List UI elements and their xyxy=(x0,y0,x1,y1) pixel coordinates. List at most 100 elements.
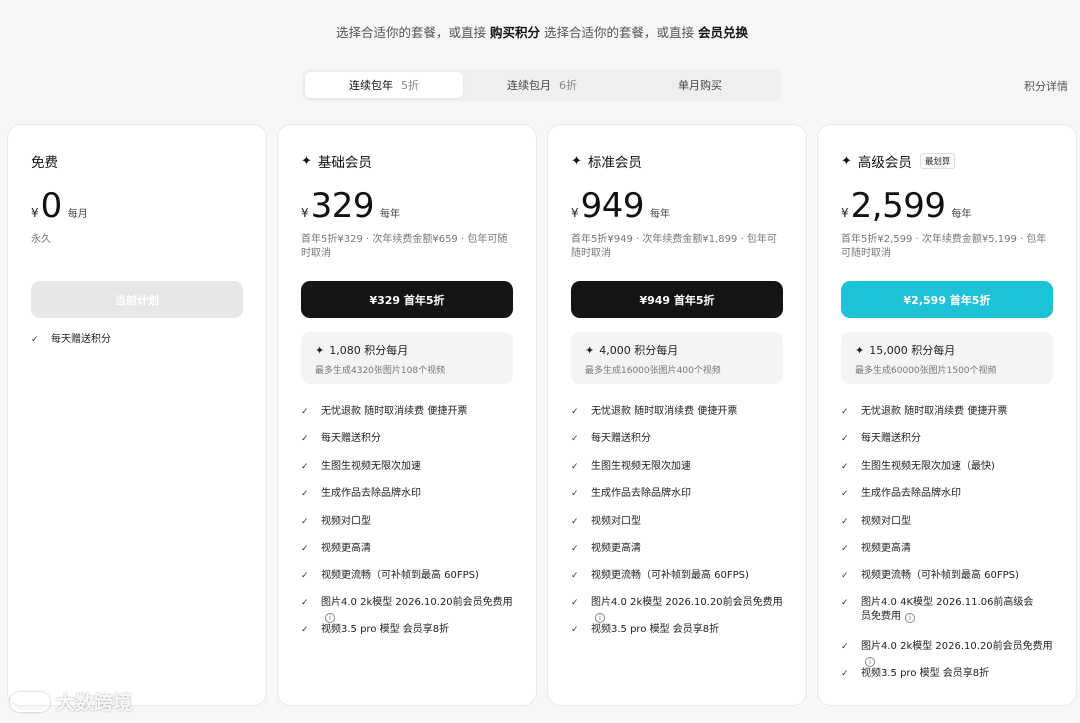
currency-symbol: ¥ xyxy=(31,206,39,220)
feature-item: ✓ 无忧退款 随时取消续费 便捷开票 xyxy=(301,405,521,419)
watermark-text: 大数跨境 xyxy=(56,692,133,714)
plan-card-premium: ✦ 高级会员 最划算 ¥ 2,599 每年 首年5折¥2,599 · 次年续费金… xyxy=(817,124,1077,706)
check-icon: ✓ xyxy=(571,598,579,608)
price-period: 每年 xyxy=(951,209,972,220)
feature-text: 每天赠送积分 xyxy=(861,433,921,444)
info-icon[interactable]: i xyxy=(325,613,335,623)
credits-box: ✦ 4,000 积分每月 最多生成16000张图片400个视频 xyxy=(571,332,783,384)
feature-item: ✓ 生成作品去除品牌水印 xyxy=(301,487,521,501)
feature-text: 生图生视频无限次加速（最快) xyxy=(861,461,995,472)
current-plan-button: 当前计划 xyxy=(31,281,243,318)
tab-label: 连续包月 xyxy=(507,79,551,92)
feature-text: 视频更高清 xyxy=(591,543,641,554)
price-row: ¥ 2,599 每年 xyxy=(841,189,971,223)
currency-symbol: ¥ xyxy=(841,206,849,220)
feature-item: ✓ 每天赠送积分 xyxy=(571,432,791,446)
check-icon: ✓ xyxy=(301,407,309,417)
credits-title: ✦ 1,080 积分每月 xyxy=(315,342,499,358)
currency-symbol: ¥ xyxy=(571,206,579,220)
price-note: 首年5折¥2,599 · 次年续费金额¥5,199 · 包年可随时取消 xyxy=(841,234,1047,259)
points-details-link[interactable]: 积分详情 xyxy=(1024,78,1068,94)
info-icon[interactable]: i xyxy=(905,613,915,623)
credits-text: 4,000 积分每月 xyxy=(599,344,679,357)
feature-text: 生图生视频无限次加速 xyxy=(591,461,691,472)
check-icon: ✓ xyxy=(571,544,579,554)
plan-name-text: 标准会员 xyxy=(587,155,642,171)
plan-name: ✦ 基础会员 xyxy=(301,151,372,172)
feature-item: ✓ 视频对口型 xyxy=(571,515,791,529)
feature-text: 视频3.5 pro 模型 会员享8折 xyxy=(321,624,450,635)
price-row: ¥ 949 每年 xyxy=(571,189,670,223)
feature-item: ✓ 每天赠送积分 xyxy=(31,333,251,347)
check-icon: ✓ xyxy=(31,335,39,345)
credits-subtext: 最多生成60000张图片1500个视频 xyxy=(855,366,997,376)
feature-text: 图片4.0 2k模型 2026.10.20前会员免费用 xyxy=(591,597,783,608)
tab-label: 单月购买 xyxy=(678,79,722,92)
price-amount: 2,599 xyxy=(850,186,946,226)
price-note: 首年5折¥949 · 次年续费金额¥1,899 · 包年可随时取消 xyxy=(571,234,777,259)
feature-text: 无忧退款 随时取消续费 便捷开票 xyxy=(321,406,468,417)
plan-name-text: 免费 xyxy=(31,155,58,171)
info-icon[interactable]: i xyxy=(865,657,875,667)
feature-item: ✓ 图片4.0 2k模型 2026.10.20前会员免费用 i xyxy=(841,640,1061,668)
feature-item: ✓ 视频更流畅（可补帧到最高 60FPS) xyxy=(841,569,1061,583)
feature-text: 无忧退款 随时取消续费 便捷开票 xyxy=(591,406,738,417)
redeem-membership-link[interactable]: 会员兑换 xyxy=(698,25,748,40)
price-amount: 329 xyxy=(310,186,375,226)
feature-text: 视频3.5 pro 模型 会员享8折 xyxy=(861,668,990,679)
feature-item: ✓ 图片4.0 4K模型 2026.11.06前高级会员免费用 i xyxy=(841,596,1036,624)
info-icon[interactable]: i xyxy=(595,613,605,623)
sparkle-icon: ✦ xyxy=(855,343,865,357)
check-icon: ✓ xyxy=(841,598,849,608)
price-period: 每年 xyxy=(380,209,401,220)
feature-item: ✓ 视频更高清 xyxy=(571,542,791,556)
check-icon: ✓ xyxy=(841,407,849,417)
feature-text: 生成作品去除品牌水印 xyxy=(321,488,421,499)
tab-discount: 6折 xyxy=(559,79,577,92)
sparkles-icon: ✦ xyxy=(571,153,582,169)
feature-text: 生成作品去除品牌水印 xyxy=(861,488,961,499)
plan-name-text: 高级会员 xyxy=(857,155,912,171)
subtitle: 选择合适你的套餐，或直接 购买积分 选择合适你的套餐，或直接 会员兑换 xyxy=(0,22,1080,41)
feature-text: 图片4.0 2k模型 2026.10.20前会员免费用 xyxy=(861,641,1053,652)
credits-subtext: 最多生成16000张图片400个视频 xyxy=(585,366,721,376)
feature-item: ✓ 每天赠送积分 xyxy=(301,432,521,446)
check-icon: ✓ xyxy=(301,544,309,554)
plan-name-text: 基础会员 xyxy=(317,155,372,171)
subscribe-standard-button[interactable]: ¥949 首年5折 xyxy=(571,281,783,318)
credits-box: ✦ 1,080 积分每月 最多生成4320张图片108个视频 xyxy=(301,332,513,384)
feature-item: ✓ 视频3.5 pro 模型 会员享8折 xyxy=(571,623,791,637)
check-icon: ✓ xyxy=(841,642,849,652)
feature-item: ✓ 视频更高清 xyxy=(841,542,1061,556)
feature-text: 图片4.0 2k模型 2026.10.20前会员免费用 xyxy=(321,597,513,608)
tab-single-month[interactable]: 单月购买 xyxy=(621,72,779,98)
tab-monthly[interactable]: 连续包月 6折 xyxy=(463,72,621,98)
subscribe-premium-button[interactable]: ¥2,599 首年5折 xyxy=(841,281,1053,318)
price-note: 首年5折¥329 · 次年续费金额¥659 · 包年可随时取消 xyxy=(301,234,508,259)
check-icon: ✓ xyxy=(301,489,309,499)
tab-yearly[interactable]: 连续包年 5折 xyxy=(305,72,463,98)
credits-text: 15,000 积分每月 xyxy=(869,344,956,357)
check-icon: ✓ xyxy=(841,462,849,472)
sparkle-icon: ✦ xyxy=(585,343,595,357)
plan-card-standard: ✦ 标准会员 ¥ 949 每年 首年5折¥949 · 次年续费金额¥1,899 … xyxy=(547,124,807,706)
check-icon: ✓ xyxy=(571,625,579,635)
sparkle-icon: ✦ xyxy=(315,343,325,357)
feature-item: ✓ 图片4.0 2k模型 2026.10.20前会员免费用 i xyxy=(571,596,791,624)
price-row: ¥ 329 每年 xyxy=(301,189,400,223)
feature-item: ✓ 每天赠送积分 xyxy=(841,432,1061,446)
feature-text: 每天赠送积分 xyxy=(591,433,651,444)
feature-text: 视频更高清 xyxy=(861,543,911,554)
feature-text: 视频对口型 xyxy=(591,516,641,527)
check-icon: ✓ xyxy=(841,669,849,679)
subscribe-basic-button[interactable]: ¥329 首年5折 xyxy=(301,281,513,318)
check-icon: ✓ xyxy=(571,434,579,444)
check-icon: ✓ xyxy=(301,517,309,527)
check-icon: ✓ xyxy=(301,598,309,608)
plan-card-basic: ✦ 基础会员 ¥ 329 每年 首年5折¥329 · 次年续费金额¥659 · … xyxy=(277,124,537,706)
feature-text: 视频对口型 xyxy=(861,516,911,527)
feature-text: 生图生视频无限次加速 xyxy=(321,461,421,472)
check-icon: ✓ xyxy=(301,462,309,472)
buy-points-link[interactable]: 购买积分 xyxy=(490,25,540,40)
feature-item: ✓ 生图生视频无限次加速 xyxy=(571,460,791,474)
